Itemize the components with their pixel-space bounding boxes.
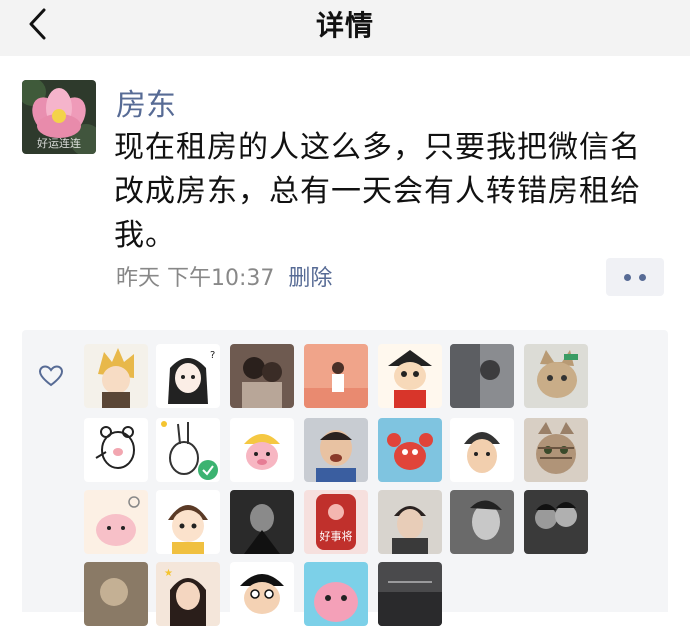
cartoon-boy-avatar [156, 490, 220, 554]
grey-photo-avatar [450, 344, 514, 408]
tabby-cat-avatar [524, 418, 588, 482]
nav-header: 详情 [0, 0, 690, 56]
dark-scene-avatar [378, 562, 442, 626]
liker-avatar[interactable] [450, 418, 514, 482]
liker-avatar[interactable] [378, 490, 442, 554]
liker-avatar[interactable] [378, 344, 442, 408]
svg-text:★: ★ [164, 568, 173, 579]
liker-avatar[interactable]: 好事将 [304, 490, 368, 554]
liker-avatar[interactable] [524, 344, 588, 408]
two-dots-icon [624, 274, 631, 281]
avatar-label: 好事将 [320, 529, 353, 543]
avatar[interactable]: 好运连连 [22, 80, 96, 154]
cartoon-man-beanie-avatar [450, 418, 514, 482]
liker-avatar[interactable] [230, 344, 294, 408]
crab-cartoon-avatar [378, 418, 442, 482]
liker-avatar[interactable]: ★ [156, 562, 220, 626]
post-time: 昨天 下午10:37 [116, 266, 275, 291]
cartoon-pig-hat-avatar [230, 418, 294, 482]
cat-avatar [524, 344, 588, 408]
cartoon-rabbit-avatar [156, 418, 220, 482]
svg-text:?: ? [210, 350, 215, 361]
anime-boy-avatar [84, 344, 148, 408]
username-link[interactable]: 房东 [116, 80, 176, 124]
pink-pokemon-avatar [304, 562, 368, 626]
liker-avatar[interactable] [84, 344, 148, 408]
liker-avatar[interactable] [378, 562, 442, 626]
post-content: 现在租房的人这么多，只要我把微信名改成房东，总有一天会有人转错房租给我。 [114, 130, 641, 253]
girl-photo-avatar [304, 344, 368, 408]
young-man-avatar [378, 490, 442, 554]
two-dots-icon [639, 274, 646, 281]
heart-outline-icon [38, 365, 64, 387]
liker-avatar[interactable] [450, 490, 514, 554]
pink-cartoon-avatar [84, 490, 148, 554]
post-meta: 昨天 下午10:37 删除 [116, 260, 346, 292]
liker-avatar[interactable] [230, 490, 294, 554]
liker-avatar[interactable] [378, 418, 442, 482]
vintage-photo-avatar [84, 562, 148, 626]
liker-avatar[interactable] [450, 344, 514, 408]
liker-avatar[interactable] [524, 418, 588, 482]
liker-avatar[interactable] [84, 418, 148, 482]
cartoon-grin-avatar [230, 562, 294, 626]
liker-avatar[interactable] [156, 490, 220, 554]
red-icon-avatar: 好事将 [304, 490, 368, 554]
delete-link[interactable]: 删除 [288, 266, 332, 291]
girl-stars-avatar: ★ [156, 562, 220, 626]
couple-bw-avatar [524, 490, 588, 554]
liker-avatar[interactable] [230, 418, 294, 482]
liker-avatar[interactable] [156, 418, 220, 482]
liker-avatar[interactable] [304, 344, 368, 408]
liker-avatar[interactable] [84, 490, 148, 554]
avatar-caption: 好运连连 [37, 137, 81, 150]
liker-avatar[interactable]: ? [156, 344, 220, 408]
child-photo-avatar [304, 418, 368, 482]
luffy-cartoon-avatar [378, 344, 442, 408]
more-button[interactable] [606, 258, 664, 296]
liker-avatar[interactable] [84, 562, 148, 626]
cartoon-girl-avatar: ? [156, 344, 220, 408]
cartoon-bear-avatar [84, 418, 148, 482]
liker-avatar[interactable] [524, 490, 588, 554]
couple-photo-avatar [230, 344, 294, 408]
dark-portrait-avatar [230, 490, 294, 554]
bw-portrait-avatar [450, 490, 514, 554]
liker-avatar[interactable] [304, 562, 368, 626]
liker-avatar[interactable] [304, 418, 368, 482]
liker-avatar[interactable] [230, 562, 294, 626]
page-title: 详情 [315, 9, 374, 42]
